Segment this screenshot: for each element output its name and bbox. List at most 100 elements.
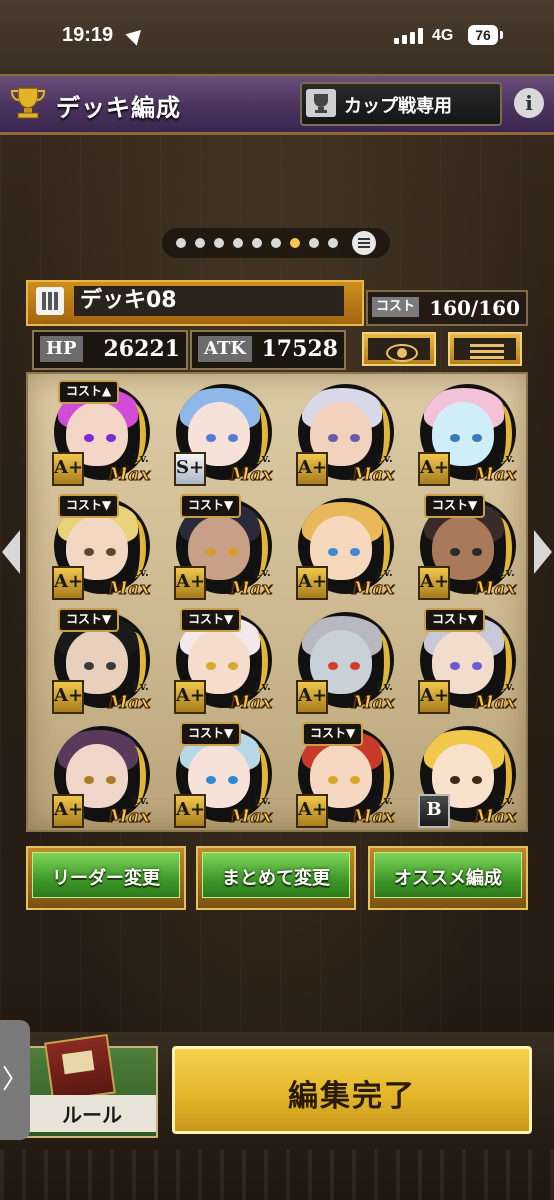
bulk-change-label: まとめて変更: [222, 868, 330, 889]
character-card[interactable]: コスト▼ A+ Lv. Max: [398, 606, 517, 718]
cup-match-button[interactable]: カップ戦専用: [300, 82, 502, 126]
edit-complete-button[interactable]: 編集完了: [172, 1046, 532, 1134]
rank-badge: A+: [52, 794, 84, 828]
character-card[interactable]: S+ Lv. Max: [154, 378, 273, 490]
character-card[interactable]: コスト▼ A+ Lv. Max: [398, 492, 517, 604]
menu-lines-icon: [454, 338, 516, 360]
character-card[interactable]: A+ Lv. Max: [32, 720, 151, 832]
atk-stat: ATK 17528: [190, 330, 346, 370]
cost-badge: コスト▼: [302, 722, 364, 746]
next-deck-arrow-icon[interactable]: [534, 530, 552, 574]
rank-badge: A+: [296, 794, 328, 828]
cost-badge: コスト▼: [58, 494, 120, 518]
level-max-label: Max: [229, 464, 273, 486]
character-card[interactable]: A+ Lv. Max: [276, 378, 395, 490]
level-max-label: Max: [473, 806, 517, 828]
character-card[interactable]: コスト▼ A+ Lv. Max: [154, 492, 273, 604]
leader-change-button[interactable]: リーダー変更: [26, 846, 186, 910]
rank-badge: A+: [52, 452, 84, 486]
level-max-label: Max: [229, 692, 273, 714]
rank-badge: A+: [174, 680, 206, 714]
page-title: デッキ編成: [56, 94, 181, 122]
bulk-change-button[interactable]: まとめて変更: [196, 846, 356, 910]
level-max-label: Max: [351, 464, 395, 486]
header-bar: デッキ編成 カップ戦専用 i: [0, 74, 554, 135]
level-max-label: Max: [229, 578, 273, 600]
page-dot[interactable]: [176, 238, 186, 248]
battery-icon: 76: [468, 25, 498, 45]
cost-badge: コスト▲: [58, 380, 120, 404]
rank-badge: A+: [52, 680, 84, 714]
rule-label: ルール: [28, 1095, 156, 1132]
edge-panel-tab[interactable]: 〉: [0, 1020, 30, 1140]
deck-list-menu-icon[interactable]: [352, 231, 376, 255]
character-card[interactable]: コスト▲ A+ Lv. Max: [32, 378, 151, 490]
level-max-label: Max: [473, 578, 517, 600]
character-card[interactable]: A+ Lv. Max: [276, 492, 395, 604]
status-bar: 19:19 4G 76: [0, 0, 554, 72]
character-card[interactable]: コスト▼ A+ Lv. Max: [154, 720, 273, 832]
level-max-label: Max: [107, 464, 151, 486]
hp-value: 26221: [103, 336, 180, 362]
character-card[interactable]: コスト▼ A+ Lv. Max: [276, 720, 395, 832]
cost-badge: コスト▼: [180, 722, 242, 746]
level-max-label: Max: [351, 578, 395, 600]
page-dot-active[interactable]: [290, 238, 300, 248]
rank-badge: A+: [296, 566, 328, 600]
cost-badge: コスト▼: [58, 608, 120, 632]
level-max-label: Max: [473, 464, 517, 486]
deck-pager: [162, 228, 390, 258]
page-dot[interactable]: [233, 238, 243, 248]
hp-stat: HP 26221: [32, 330, 188, 370]
info-button[interactable]: i: [514, 88, 544, 118]
cost-badge: コスト▼: [180, 608, 242, 632]
page-dot[interactable]: [252, 238, 262, 248]
rank-badge: A+: [418, 452, 450, 486]
rule-button[interactable]: ルール: [26, 1033, 158, 1138]
rank-badge: A+: [296, 452, 328, 486]
page-dot[interactable]: [195, 238, 205, 248]
page-dot[interactable]: [271, 238, 281, 248]
footer-pattern: [0, 1150, 554, 1200]
level-max-label: Max: [107, 806, 151, 828]
character-card[interactable]: コスト▼ A+ Lv. Max: [32, 492, 151, 604]
character-card[interactable]: A+ Lv. Max: [398, 378, 517, 490]
character-card[interactable]: A+ Lv. Max: [276, 606, 395, 718]
eye-icon: [386, 344, 418, 362]
cost-badge: コスト▼: [424, 494, 486, 518]
leader-change-label: リーダー変更: [52, 868, 160, 889]
prev-deck-arrow-icon[interactable]: [2, 530, 20, 574]
edit-complete-label: 編集完了: [288, 1079, 416, 1114]
level-max-label: Max: [229, 806, 273, 828]
page-dot[interactable]: [328, 238, 338, 248]
character-card[interactable]: コスト▼ A+ Lv. Max: [32, 606, 151, 718]
status-time: 19:19: [62, 24, 114, 46]
battery-tip: [500, 31, 503, 39]
page-dot[interactable]: [214, 238, 224, 248]
rank-badge: A+: [418, 680, 450, 714]
cost-label: コスト: [372, 297, 420, 317]
cup-match-label: カップ戦専用: [344, 96, 452, 117]
level-max-label: Max: [351, 806, 395, 828]
rank-badge: B: [418, 794, 450, 828]
rank-badge: A+: [296, 680, 328, 714]
rank-badge: S+: [174, 452, 206, 486]
level-max-label: Max: [473, 692, 517, 714]
level-max-label: Max: [107, 578, 151, 600]
deck-card-grid: コスト▲ A+ Lv. Max S+ Lv. Max A+ Lv. Max A+ Lv. Max コスト▼…: [26, 372, 528, 832]
view-toggle-button[interactable]: [362, 332, 436, 366]
deck-title-bar[interactable]: デッキ08: [26, 280, 364, 326]
location-icon: [125, 24, 147, 46]
sort-menu-button[interactable]: [448, 332, 522, 366]
character-card[interactable]: B Lv. Max: [398, 720, 517, 832]
character-card[interactable]: コスト▼ A+ Lv. Max: [154, 606, 273, 718]
rank-badge: A+: [174, 566, 206, 600]
deck-number-icon: [36, 287, 64, 315]
page-dot[interactable]: [309, 238, 319, 248]
rank-badge: A+: [174, 794, 206, 828]
deck-name: デッキ08: [74, 286, 344, 316]
atk-value: 17528: [261, 336, 338, 362]
level-max-label: Max: [107, 692, 151, 714]
trophy-icon: [10, 87, 46, 119]
recommended-build-button[interactable]: オススメ編成: [368, 846, 528, 910]
